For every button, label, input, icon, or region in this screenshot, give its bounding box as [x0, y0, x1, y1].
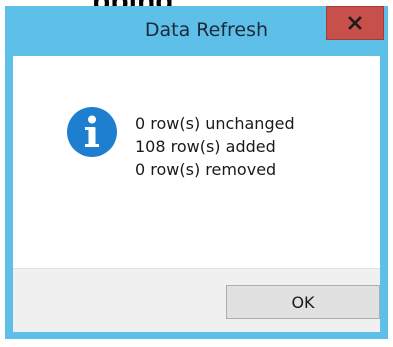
refresh-summary: 0 row(s) unchanged 108 row(s) added 0 ro…: [135, 112, 295, 181]
message-area: 0 row(s) unchanged 108 row(s) added 0 ro…: [13, 56, 380, 268]
dialog-titlebar[interactable]: Data Refresh: [5, 6, 388, 56]
info-icon: [67, 107, 117, 157]
dialog-body: 0 row(s) unchanged 108 row(s) added 0 ro…: [13, 56, 380, 332]
ok-button[interactable]: OK: [226, 285, 380, 319]
screen: pping Data Refresh 0 row(s) unc: [0, 0, 393, 347]
close-icon: [348, 16, 362, 30]
close-button[interactable]: [326, 6, 384, 40]
message-unchanged: 0 row(s) unchanged: [135, 114, 295, 133]
button-bar: OK: [13, 268, 380, 332]
message-removed: 0 row(s) removed: [135, 160, 277, 179]
data-refresh-dialog: Data Refresh 0 row(s) unchanged 108 row(…: [5, 6, 388, 339]
message-added: 108 row(s) added: [135, 137, 276, 156]
